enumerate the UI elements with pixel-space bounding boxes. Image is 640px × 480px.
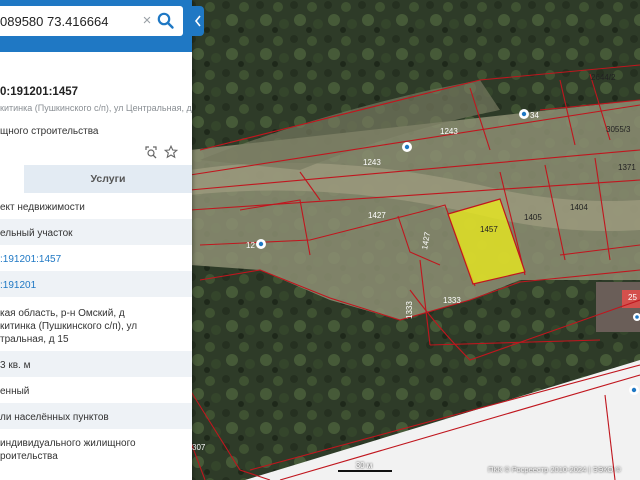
scale-line	[338, 470, 392, 472]
list-item: 3 кв. м	[0, 351, 192, 377]
panel-tabs: Услуги	[0, 165, 192, 193]
attribute-value: ельный участок	[0, 228, 73, 239]
search-bar: ×	[0, 0, 192, 52]
search-button[interactable]	[156, 10, 176, 32]
list-item: ельный участок	[0, 219, 192, 245]
parcel-label: 25	[628, 293, 637, 302]
cadastral-quarter-link[interactable]: :191201	[0, 280, 36, 291]
parcel-label: 1333	[443, 296, 461, 305]
object-purpose: щного строительства	[0, 126, 99, 137]
clear-search-icon[interactable]: ×	[139, 11, 155, 31]
attribute-value: роительства	[0, 451, 58, 462]
list-item: индивидуального жилищного роительства	[0, 429, 192, 469]
parcel-label: 1243	[363, 158, 381, 167]
scale-bar: 30 м	[338, 461, 392, 472]
search-box: ×	[0, 6, 183, 36]
cadastral-number-link[interactable]: :191201:1457	[0, 254, 61, 265]
parcel-label: 1243	[440, 127, 458, 136]
parcel-label: 2644/2	[591, 73, 616, 82]
attribute-value: 3 кв. м	[0, 360, 31, 371]
zoom-to-object-icon[interactable]	[144, 145, 158, 159]
collapse-panel-button[interactable]	[192, 6, 204, 36]
tab-services[interactable]: Услуги	[24, 165, 192, 193]
list-item: ли населённых пунктов	[0, 403, 192, 429]
list-item: ект недвижимости	[0, 193, 192, 219]
parcel-label: 1371	[618, 163, 636, 172]
parcel-label: 34	[530, 111, 539, 120]
attribute-value: ект недвижимости	[0, 202, 85, 213]
cadastral-number-title: 0:191201:1457	[0, 86, 79, 98]
attribute-value: индивидуального жилищного	[0, 438, 136, 449]
parcel-label: 3055/3	[606, 125, 631, 134]
search-input[interactable]	[0, 11, 140, 31]
parcel-label: 1333	[405, 301, 414, 319]
chevron-left-icon	[194, 15, 201, 27]
tab-info[interactable]	[0, 165, 24, 193]
address-line: тральная, д 15	[0, 334, 69, 345]
scale-label: 30 м	[355, 461, 373, 470]
list-item: :191201:1457	[0, 245, 192, 271]
object-address: китинка (Пушкинского с/п), ул Центральна…	[0, 103, 192, 113]
parcel-label: 1405	[524, 213, 542, 222]
parcel-label: 1427	[368, 211, 386, 220]
address-line: кая область, р-н Омский, д	[0, 308, 125, 319]
list-item: кая область, р-н Омский, д китинка (Пушк…	[0, 297, 192, 351]
list-item: :191201	[0, 271, 192, 297]
search-icon	[157, 12, 174, 29]
map-attribution: ПКК © Росреестр 2010-2024 | ЭЭКО ©	[488, 465, 621, 474]
parcel-label: 1404	[570, 203, 588, 212]
parcel-label: 307	[192, 443, 206, 452]
parcel-label: 1457	[480, 225, 498, 234]
favorite-star-icon[interactable]	[163, 144, 179, 159]
attribute-value: енный	[0, 386, 30, 397]
info-panel: × 0:191201:1457 китинка (Пушкинского с/п…	[0, 0, 192, 480]
list-item: енный	[0, 377, 192, 403]
address-line: китинка (Пушкинского с/п), ул	[0, 321, 138, 332]
attribute-value: ли населённых пунктов	[0, 412, 109, 423]
parcel-label: 12	[246, 241, 255, 250]
